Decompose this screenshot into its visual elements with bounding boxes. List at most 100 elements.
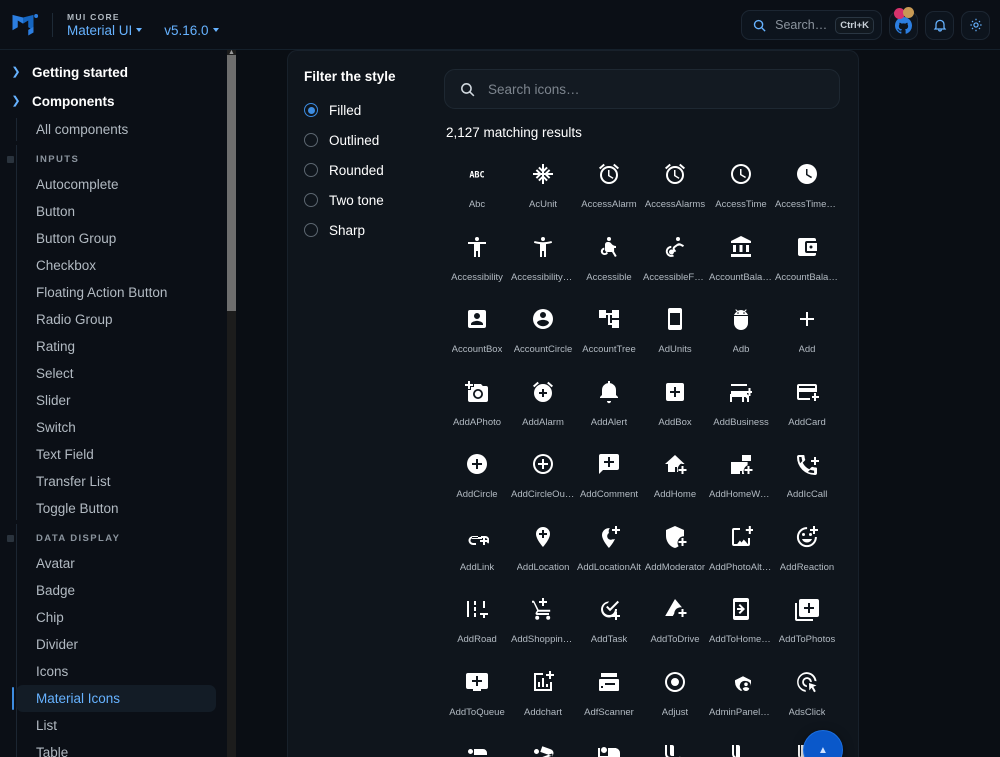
radio-option-two-tone[interactable]: Two tone	[304, 185, 440, 215]
icon-result-cell[interactable]: Add	[774, 299, 840, 372]
icon-result-cell[interactable]: AddAlert	[576, 372, 642, 445]
sidebar-item-avatar[interactable]: Avatar	[16, 550, 216, 577]
icon-result-cell[interactable]: AddAPhoto	[444, 372, 510, 445]
version-selector[interactable]: v5.16.0	[164, 23, 219, 38]
sidebar-item-floating-action-button[interactable]: Floating Action Button	[16, 279, 216, 306]
icon-result-cell[interactable]: AccessTime	[708, 154, 774, 227]
icon-result-cell[interactable]: AddToHomeS…	[708, 589, 774, 662]
icon-result-cell[interactable]	[510, 734, 576, 757]
icon-result-cell[interactable]: AccessibilityN…	[510, 227, 576, 300]
radio-option-rounded[interactable]: Rounded	[304, 155, 440, 185]
sidebar-item-badge[interactable]: Badge	[16, 577, 216, 604]
icon-result-cell[interactable]: AddLocationAlt	[576, 517, 642, 590]
sidebar-item-autocomplete[interactable]: Autocomplete	[16, 171, 216, 198]
sidebar-item-toggle-button[interactable]: Toggle Button	[16, 495, 216, 522]
icon-result-cell[interactable]: AccessAlarm	[576, 154, 642, 227]
icon-result-cell[interactable]: AddShopping…	[510, 589, 576, 662]
icon-result-cell[interactable]: AdfScanner	[576, 662, 642, 735]
icon-result-cell[interactable]: AcUnit	[510, 154, 576, 227]
icon-result-cell[interactable]: AddAlarm	[510, 372, 576, 445]
icon-result-cell[interactable]: AddToQueue	[444, 662, 510, 735]
icon-result-cell[interactable]: AddBox	[642, 372, 708, 445]
sidebar-item-components[interactable]: ❯ Components	[0, 87, 228, 116]
icon-result-cell[interactable]: AddLocation	[510, 517, 576, 590]
icon-result-cell[interactable]: AddIcCall	[774, 444, 840, 517]
icon-result-cell[interactable]	[444, 734, 510, 757]
icon-result-cell[interactable]: AccountBalan…	[708, 227, 774, 300]
product-selector[interactable]: Material UI	[67, 23, 143, 38]
sidebar-item-checkbox[interactable]: Checkbox	[16, 252, 216, 279]
sidebar-scrollbar-track[interactable]: ▲	[227, 49, 236, 757]
icon-result-cell[interactable]: AccountCircle	[510, 299, 576, 372]
sidebar-item-chip[interactable]: Chip	[16, 604, 216, 631]
settings-button[interactable]	[961, 10, 990, 40]
radio-option-sharp[interactable]: Sharp	[304, 215, 440, 245]
radio-label: Two tone	[329, 192, 384, 208]
icon-result-cell[interactable]: AddCircleOutl…	[510, 444, 576, 517]
sidebar-item-icons[interactable]: Icons	[16, 658, 216, 685]
icon-result-cell[interactable]: AddPhotoAlte…	[708, 517, 774, 590]
icon-result-cell[interactable]: AccessibleFo…	[642, 227, 708, 300]
icon-result-cell[interactable]: Adjust	[642, 662, 708, 735]
sidebar-section-header[interactable]: INPUTS	[7, 143, 228, 171]
icon-result-cell[interactable]: AccountTree	[576, 299, 642, 372]
icon-result-cell[interactable]: AccessTimeF…	[774, 154, 840, 227]
sidebar-item-select[interactable]: Select	[16, 360, 216, 387]
addhome-icon	[663, 452, 687, 476]
icon-search-field[interactable]: Search icons…	[444, 69, 840, 109]
icon-result-cell[interactable]: AddRoad	[444, 589, 510, 662]
radio-indicator	[304, 133, 318, 147]
icon-result-cell[interactable]: AddHomeWork	[708, 444, 774, 517]
sidebar-section-header[interactable]: DATA DISPLAY	[7, 522, 228, 550]
sidebar-item-switch[interactable]: Switch	[16, 414, 216, 441]
icon-result-cell[interactable]: AddComment	[576, 444, 642, 517]
icon-result-cell[interactable]	[576, 734, 642, 757]
sidebar-item-list[interactable]: List	[16, 712, 216, 739]
icon-result-cell[interactable]: Accessibility	[444, 227, 510, 300]
mui-logo[interactable]	[0, 13, 52, 37]
icon-result-cell[interactable]: AdsClick	[774, 662, 840, 735]
icon-result-cell[interactable]: AccountBox	[444, 299, 510, 372]
icon-result-cell[interactable]: Addchart	[510, 662, 576, 735]
icon-result-label: AddToQueue	[449, 706, 505, 718]
icon-result-cell[interactable]: AccessAlarms	[642, 154, 708, 227]
sidebar-item-button-group[interactable]: Button Group	[16, 225, 216, 252]
sidebar-item-slider[interactable]: Slider	[16, 387, 216, 414]
icon-result-cell[interactable]: AddHome	[642, 444, 708, 517]
sidebar-item-radio-group[interactable]: Radio Group	[16, 306, 216, 333]
sidebar-item-table[interactable]: Table	[16, 739, 216, 757]
sidebar-item-divider[interactable]: Divider	[16, 631, 216, 658]
sidebar-item-getting-started[interactable]: ❯ Getting started	[0, 58, 228, 87]
sidebar-item-rating[interactable]: Rating	[16, 333, 216, 360]
github-link-button[interactable]	[889, 6, 918, 40]
icon-result-cell[interactable]: AddReaction	[774, 517, 840, 590]
icon-result-cell[interactable]: ABC Abc	[444, 154, 510, 227]
icon-result-cell[interactable]	[708, 734, 774, 757]
sidebar-item-material-icons[interactable]: Material Icons	[12, 685, 216, 712]
icon-result-cell[interactable]: AddModerator	[642, 517, 708, 590]
sidebar-item-transfer-list[interactable]: Transfer List	[16, 468, 216, 495]
icon-result-cell[interactable]: AdminPanelS…	[708, 662, 774, 735]
icon-result-cell[interactable]: AddLink	[444, 517, 510, 590]
icon-result-cell[interactable]: AddToDrive	[642, 589, 708, 662]
icon-result-cell[interactable]: AddCard	[774, 372, 840, 445]
icon-result-cell[interactable]: AccountBalan…	[774, 227, 840, 300]
icon-result-cell[interactable]: AddToPhotos	[774, 589, 840, 662]
icon-result-cell[interactable]	[642, 734, 708, 757]
radio-option-filled[interactable]: Filled	[304, 95, 440, 125]
icon-result-cell[interactable]: AdUnits	[642, 299, 708, 372]
sidebar-scrollbar-thumb[interactable]: ▲	[227, 49, 236, 311]
icon-result-cell[interactable]: Adb	[708, 299, 774, 372]
icon-result-cell[interactable]: AddCircle	[444, 444, 510, 517]
icon-result-cell[interactable]: AddBusiness	[708, 372, 774, 445]
sidebar-item-button[interactable]: Button	[16, 198, 216, 225]
icon-result-cell[interactable]: AddTask	[576, 589, 642, 662]
global-search-button[interactable]: Search… Ctrl+K	[741, 10, 882, 40]
icon-result-cell[interactable]: Accessible	[576, 227, 642, 300]
chevron-up-icon: ▲	[228, 49, 235, 56]
notifications-button[interactable]	[925, 10, 954, 40]
radio-option-outlined[interactable]: Outlined	[304, 125, 440, 155]
icon-result-label: AccountBox	[451, 344, 503, 355]
sidebar-item-text-field[interactable]: Text Field	[16, 441, 216, 468]
sidebar-item-all-components[interactable]: All components	[16, 116, 216, 143]
